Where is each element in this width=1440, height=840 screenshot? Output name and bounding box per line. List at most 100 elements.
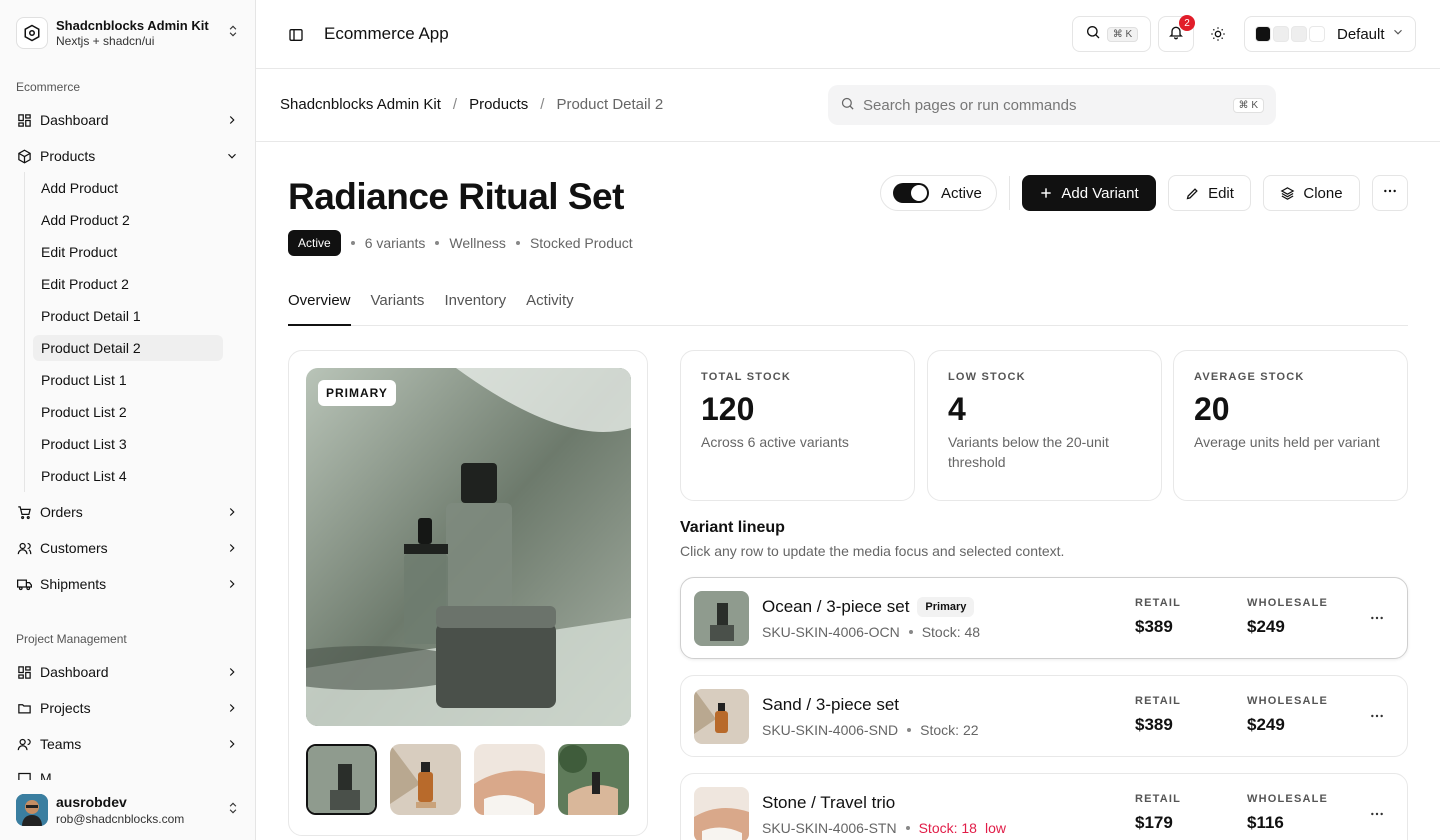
chevron-right-icon <box>224 700 240 716</box>
nav-item-projects[interactable]: Projects <box>16 694 240 722</box>
variant-image <box>694 591 749 646</box>
stat-description: Across 6 active variants <box>701 434 849 450</box>
theme-label: Default <box>1337 25 1385 43</box>
active-toggle[interactable]: Active <box>880 175 997 211</box>
truck-icon <box>16 576 32 592</box>
variant-row[interactable]: Stone / Travel trio SKU-SKIN-4006-STN Sto… <box>680 773 1408 840</box>
thumbnail-1[interactable] <box>306 744 377 815</box>
more-horizontal-icon[interactable] <box>1369 806 1385 827</box>
sub-item-edit-product-2[interactable]: Edit Product 2 <box>33 271 223 297</box>
tab-inventory[interactable]: Inventory <box>444 292 506 326</box>
breadcrumb-link-products[interactable]: Products <box>469 96 528 113</box>
layers-icon <box>1280 186 1295 201</box>
stat-value: 20 <box>1194 391 1230 427</box>
sub-item-product-detail-2[interactable]: Product Detail 2 <box>33 335 223 361</box>
sub-item-product-list-1[interactable]: Product List 1 <box>33 367 223 393</box>
tab-overview[interactable]: Overview <box>288 292 351 326</box>
primary-badge: Primary <box>917 597 975 617</box>
stat-label: LOW STOCK <box>948 371 1026 383</box>
sub-item-add-product-2[interactable]: Add Product 2 <box>33 207 223 233</box>
tab-variants[interactable]: Variants <box>371 292 425 326</box>
breadcrumb-link-home[interactable]: Shadcnblocks Admin Kit <box>280 96 441 113</box>
dashboard-icon <box>16 664 32 680</box>
wholesale-label: WHOLESALE <box>1247 695 1329 707</box>
users-icon <box>16 736 32 752</box>
nav-item-orders[interactable]: Orders <box>16 498 240 526</box>
status-badge: Active <box>288 230 341 256</box>
clone-button[interactable]: Clone <box>1263 175 1360 211</box>
breadcrumb-current: Product Detail 2 <box>556 96 664 113</box>
thumbnail-2[interactable] <box>390 744 461 815</box>
thumbnail-3[interactable] <box>474 744 545 815</box>
wholesale-price: $249 <box>1247 715 1285 734</box>
breadcrumb: Shadcnblocks Admin Kit / Products / Prod… <box>280 96 663 113</box>
nav-item-pm-dashboard[interactable]: Dashboard <box>16 658 240 686</box>
nav-item-shipments[interactable]: Shipments <box>16 570 240 598</box>
variant-stock: Stock: 22 <box>920 722 979 738</box>
variant-image <box>694 689 749 744</box>
sub-item-add-product[interactable]: Add Product <box>33 175 223 201</box>
chevrons-up-down-icon <box>226 801 240 820</box>
variant-name: Stone / Travel trio <box>762 793 896 812</box>
nav-item-dashboard[interactable]: Dashboard <box>16 106 240 134</box>
folder-icon <box>16 700 32 716</box>
notification-count-badge: 2 <box>1179 15 1195 31</box>
shortcut-hint: ⌘ K <box>1232 97 1264 113</box>
sub-item-product-list-2[interactable]: Product List 2 <box>33 399 223 425</box>
pencil-icon <box>1185 186 1200 201</box>
wholesale-label: WHOLESALE <box>1247 793 1329 805</box>
variant-sku: SKU-SKIN-4006-OCN <box>762 624 900 640</box>
sidebar-toggle-icon[interactable] <box>286 25 306 45</box>
variant-row[interactable]: Ocean / 3-piece set Primary SKU-SKIN-4006… <box>680 577 1408 659</box>
search-button[interactable]: ⌘ K <box>1072 16 1151 52</box>
stat-value: 4 <box>948 391 966 427</box>
separator-dot <box>515 241 520 245</box>
chevron-down-icon <box>1391 25 1405 43</box>
tab-activity[interactable]: Activity <box>526 292 574 326</box>
primary-product-image[interactable]: PRIMARY <box>306 368 631 726</box>
theme-select[interactable]: Default <box>1244 16 1416 52</box>
button-label: Edit <box>1208 184 1234 202</box>
stat-label: AVERAGE STOCK <box>1194 371 1305 383</box>
chevrons-up-down-icon <box>226 24 240 43</box>
swatch <box>1291 26 1307 42</box>
command-search-input[interactable]: Search pages or run commands ⌘ K <box>828 85 1276 125</box>
button-label: Add Variant <box>1061 184 1139 202</box>
nav-label: Teams <box>40 736 82 752</box>
sub-item-product-list-3[interactable]: Product List 3 <box>33 431 223 457</box>
search-icon <box>840 96 855 115</box>
stat-label: TOTAL STOCK <box>701 371 792 383</box>
variant-name: Ocean / 3-piece set <box>762 597 910 616</box>
wholesale-price: $249 <box>1247 617 1285 636</box>
user-name: ausrobdev <box>56 794 127 810</box>
chevron-right-icon <box>224 540 240 556</box>
swatch <box>1309 26 1325 42</box>
chevron-right-icon <box>224 736 240 752</box>
sub-item-product-detail-1[interactable]: Product Detail 1 <box>33 303 223 329</box>
shortcut-hint: ⌘ K <box>1106 26 1139 42</box>
thumbnail-4[interactable] <box>558 744 629 815</box>
nav-label: Dashboard <box>40 112 109 128</box>
product-meta: Active 6 variants Wellness Stocked Produ… <box>288 230 633 256</box>
nav-item-customers[interactable]: Customers <box>16 534 240 562</box>
nav-item-teams[interactable]: Teams <box>16 730 240 758</box>
more-horizontal-icon[interactable] <box>1369 610 1385 631</box>
sub-item-edit-product[interactable]: Edit Product <box>33 239 223 265</box>
stat-card-average-stock: AVERAGE STOCK 20 Average units held per … <box>1173 350 1408 501</box>
retail-label: RETAIL <box>1135 597 1182 609</box>
notifications-button[interactable]: 2 <box>1158 15 1195 52</box>
sun-icon[interactable] <box>1210 26 1226 47</box>
section-label-project-management: Project Management <box>16 632 127 646</box>
more-actions-button[interactable] <box>1372 175 1408 211</box>
more-horizontal-icon[interactable] <box>1369 708 1385 729</box>
edit-button[interactable]: Edit <box>1168 175 1251 211</box>
add-variant-button[interactable]: Add Variant <box>1022 175 1156 211</box>
user-menu[interactable]: ausrobdev rob@shadcnblocks.com <box>0 780 255 840</box>
variant-stock: Stock: 18 <box>918 820 977 836</box>
team-switcher[interactable]: Shadcnblocks Admin Kit Nextjs + shadcn/u… <box>16 16 240 50</box>
sub-item-product-list-4[interactable]: Product List 4 <box>33 463 223 489</box>
separator-dot <box>905 826 910 830</box>
nav-item-products[interactable]: Products <box>16 142 240 170</box>
variant-row[interactable]: Sand / 3-piece set SKU-SKIN-4006-SND Stoc… <box>680 675 1408 757</box>
toggle-switch[interactable] <box>893 183 929 203</box>
